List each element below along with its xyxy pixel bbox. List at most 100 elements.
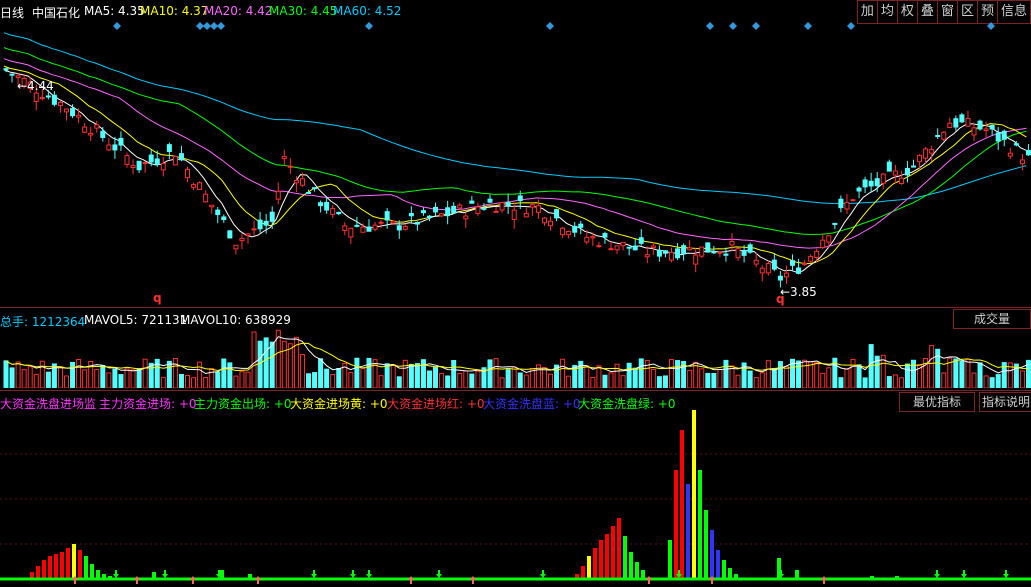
- volume-bar: [251, 331, 257, 388]
- candle-body: [215, 209, 221, 216]
- indicator-bar: [66, 548, 70, 580]
- candle-body: [445, 207, 451, 217]
- candle-body: [711, 251, 717, 254]
- candle-body: [850, 199, 856, 202]
- volume-bar: [862, 377, 868, 388]
- candle-body: [420, 210, 426, 214]
- candle-body: [620, 241, 626, 247]
- volume-bar: [953, 358, 959, 388]
- volume-bar: [777, 361, 783, 388]
- candle-body: [197, 182, 203, 191]
- indicator-bar: [593, 548, 597, 580]
- volume-bar: [124, 367, 130, 388]
- candle-body: [160, 162, 166, 171]
- volume-bar: [511, 366, 517, 388]
- volume-bar: [94, 369, 100, 388]
- indicator-bar: [48, 556, 52, 580]
- volume-bar: [118, 374, 124, 388]
- candle-body: [15, 75, 21, 78]
- volume-bar: [209, 368, 215, 388]
- volume-bar: [965, 358, 971, 388]
- candle-body: [348, 227, 354, 238]
- price-candlestick-chart[interactable]: ←4.44←3.85q q: [0, 0, 1031, 307]
- indicator-bar: [60, 552, 64, 580]
- volume-bar: [832, 357, 838, 388]
- volume-bar: [941, 372, 947, 388]
- volume-bar: [759, 372, 765, 388]
- volume-bar: [850, 358, 856, 388]
- candle-body: [172, 155, 178, 166]
- candle-body: [747, 244, 753, 253]
- volume-bar-chart[interactable]: [0, 328, 1031, 388]
- event-diamond-icon: [546, 22, 554, 30]
- candle-body: [33, 92, 39, 102]
- indicator-bar-chart[interactable]: [0, 410, 1031, 587]
- buy-arrow-icon: [646, 576, 652, 584]
- candle-body: [390, 220, 396, 224]
- candle-body: [572, 225, 578, 233]
- candle-body: [269, 211, 275, 222]
- volume-bar: [977, 362, 983, 388]
- candle-body: [862, 179, 868, 188]
- volume-bar: [669, 359, 674, 388]
- candle-body: [475, 206, 481, 214]
- indicator-bar: [605, 534, 609, 580]
- candle-body: [699, 246, 705, 257]
- volume-bar: [548, 373, 553, 388]
- volume-bar: [541, 367, 547, 388]
- candle-body: [354, 224, 360, 227]
- candle-body: [106, 144, 112, 151]
- volume-bar: [324, 368, 330, 388]
- candle-body: [911, 165, 916, 168]
- candle-body: [554, 209, 560, 219]
- candle-body: [166, 144, 172, 153]
- volume-bar: [33, 373, 39, 388]
- volume-indicator-button[interactable]: 成交量: [953, 309, 1031, 329]
- sell-arrow-icon: [540, 570, 546, 578]
- candle-body: [681, 245, 687, 255]
- candle-body: [130, 165, 136, 169]
- candle-body: [227, 230, 233, 239]
- candle-body: [112, 144, 118, 151]
- candle-body: [3, 68, 9, 71]
- volume-bar: [299, 353, 305, 388]
- ma60-line: [3, 32, 1027, 205]
- candle-body: [1019, 159, 1025, 165]
- candle-body: [650, 245, 656, 249]
- best-indicator-button[interactable]: 最优指标: [899, 392, 975, 412]
- volume-bar: [856, 364, 862, 388]
- candle-body: [136, 160, 142, 171]
- buy-arrow-icon: [709, 576, 715, 584]
- volume-bar: [76, 359, 82, 388]
- volume-bar: [602, 374, 608, 388]
- volume-bar: [433, 367, 439, 388]
- candle-body: [796, 267, 802, 274]
- candle-body: [402, 226, 408, 230]
- indicator-help-button[interactable]: 指标说明: [979, 392, 1031, 412]
- indicator-bar: [42, 560, 46, 580]
- indicator-bar: [617, 518, 621, 580]
- volume-bar: [281, 340, 287, 388]
- volume-bar: [493, 358, 499, 388]
- volume-bar: [638, 358, 644, 388]
- candle-body: [1007, 152, 1013, 157]
- candle-body: [723, 253, 729, 256]
- candle-body: [771, 259, 777, 270]
- volume-bar: [886, 376, 892, 388]
- volume-bar: [269, 341, 275, 388]
- candle-body: [941, 131, 947, 140]
- candle-body: [753, 259, 759, 265]
- candle-body: [414, 221, 420, 225]
- candle-body: [433, 206, 439, 213]
- indicator-bar: [704, 510, 708, 580]
- indicator-bar: [680, 430, 684, 580]
- volume-bar: [396, 376, 402, 388]
- candle-body: [318, 202, 324, 207]
- candle-body: [971, 127, 977, 136]
- volume-bar: [844, 368, 850, 388]
- low-price-label: ←3.85: [780, 285, 817, 299]
- volume-bar: [445, 375, 451, 388]
- candle-body: [487, 198, 493, 203]
- candle-body: [844, 201, 850, 210]
- volume-bar: [197, 361, 203, 388]
